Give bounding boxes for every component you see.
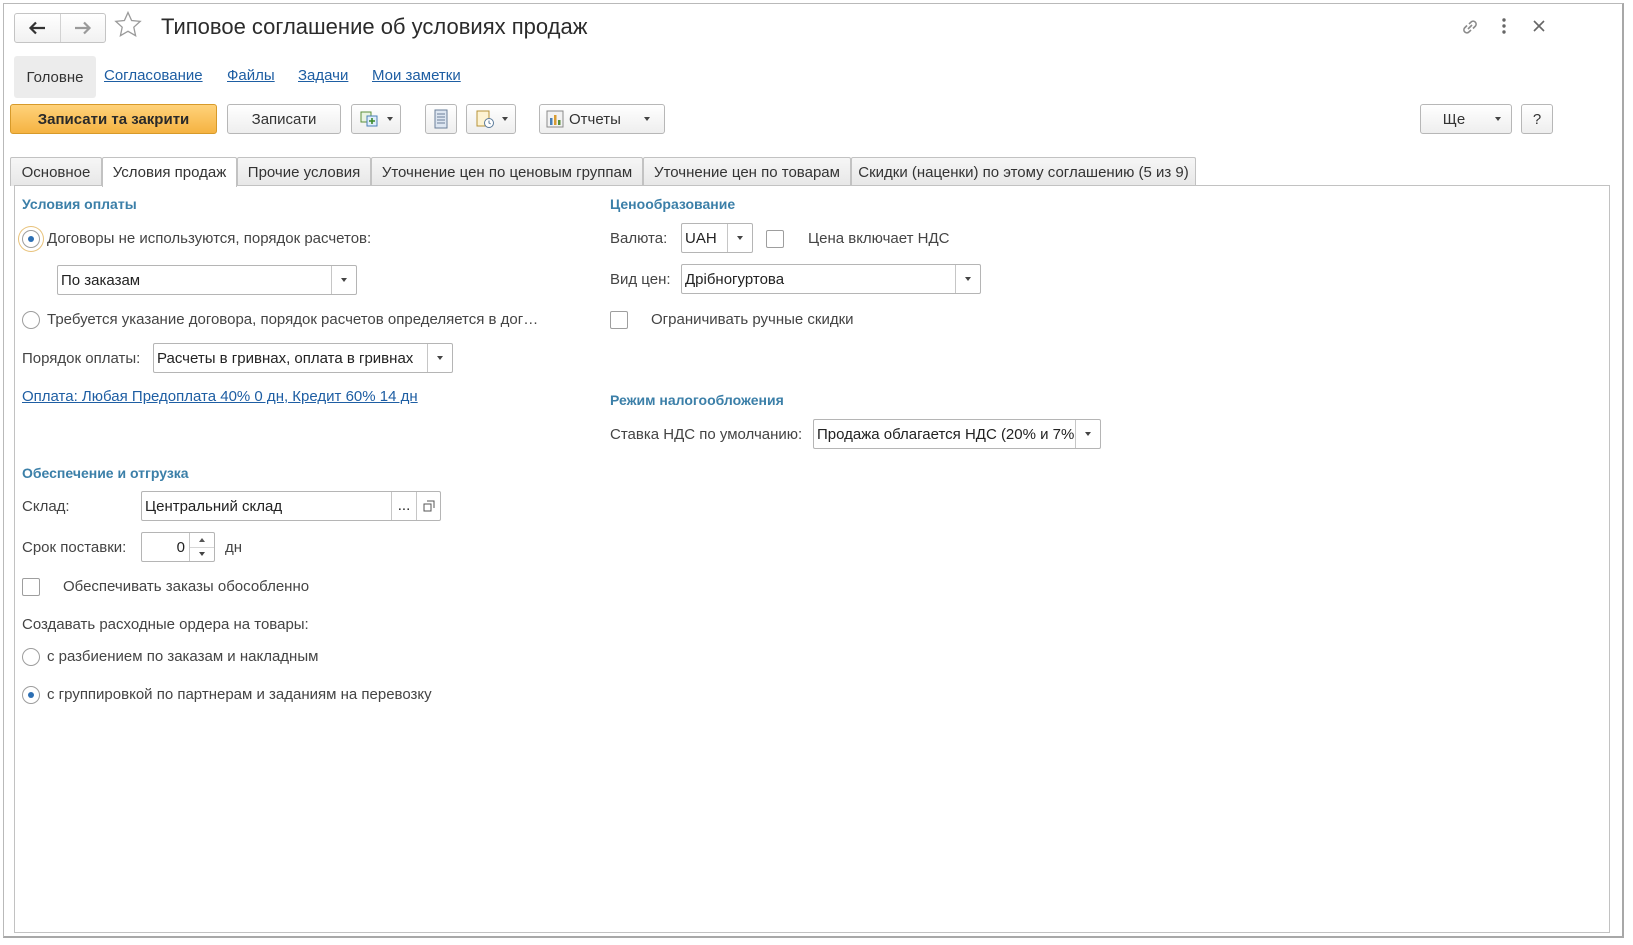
tax-group-title: Режим налогообложения xyxy=(610,392,784,408)
warehouse-field[interactable]: Центральний склад ... xyxy=(141,491,441,521)
more-vertical-icon[interactable] xyxy=(1500,16,1508,36)
payment-group-title: Условия оплаты xyxy=(22,196,137,212)
vat-included-checkbox[interactable] xyxy=(766,230,784,248)
settlement-value: По заказам xyxy=(61,271,141,289)
create-based-on-button[interactable] xyxy=(351,104,401,134)
separate-orders-checkbox[interactable] xyxy=(22,578,40,596)
vat-included-label: Цена включает НДС xyxy=(808,230,950,247)
currency-dropdown[interactable] xyxy=(727,224,752,252)
settlement-select[interactable]: По заказам xyxy=(57,265,357,295)
currency-value: UAH xyxy=(685,229,717,247)
lead-time-value: 0 xyxy=(176,538,185,556)
payment-order-select[interactable]: Расчеты в гривнах, оплата в гривнах xyxy=(153,343,453,373)
separate-orders-label: Обеспечивать заказы обособленно xyxy=(63,578,310,595)
section-files[interactable]: Файлы xyxy=(227,67,275,84)
tab-sales-terms[interactable]: Условия продаж xyxy=(102,157,237,187)
currency-label: Валюта: xyxy=(610,230,668,247)
tab-discounts[interactable]: Скидки (наценки) по этому соглашению (5 … xyxy=(851,157,1196,186)
radio-no-contracts-label: Договоры не используются, порядок расчет… xyxy=(47,230,372,247)
price-type-select[interactable]: Дрібногуртова xyxy=(681,264,981,294)
section-tasks[interactable]: Задачи xyxy=(298,67,348,84)
chevron-down-icon xyxy=(501,117,508,121)
payment-order-label: Порядок оплаты: xyxy=(22,350,141,367)
back-button[interactable] xyxy=(15,14,60,42)
radio-split-by-orders[interactable] xyxy=(22,648,40,666)
chevron-down-icon xyxy=(437,356,443,360)
tab-price-products[interactable]: Уточнение цен по товарам xyxy=(643,157,851,186)
stepper-up-icon[interactable] xyxy=(190,533,214,548)
chevron-down-icon xyxy=(1085,432,1091,436)
vat-rate-dropdown[interactable] xyxy=(1075,420,1100,448)
price-type-value: Дрібногуртова xyxy=(685,270,785,288)
print-button[interactable] xyxy=(466,104,516,134)
tab-main[interactable]: Основное xyxy=(10,157,102,186)
lead-time-unit: дн xyxy=(225,539,243,556)
lead-time-label: Срок поставки: xyxy=(22,539,127,556)
chevron-down-icon xyxy=(643,117,650,121)
stepper-down-icon[interactable] xyxy=(190,548,214,562)
payment-terms-link[interactable]: Оплата: Любая Предоплата 40% 0 дн, Креди… xyxy=(22,388,418,405)
vat-rate-value: Продажа облагается НДС (20% и 7% xyxy=(817,425,1075,443)
radio-split-by-orders-label: с разбиением по заказам и накладным xyxy=(47,648,319,665)
pricing-group-title: Ценообразование xyxy=(610,196,736,212)
document-list-button[interactable] xyxy=(425,104,457,134)
chevron-down-icon xyxy=(1495,117,1502,121)
tab-price-groups[interactable]: Уточнение цен по ценовым группам xyxy=(371,157,643,186)
payment-order-dropdown[interactable] xyxy=(427,344,452,372)
close-icon[interactable] xyxy=(1532,19,1546,33)
forward-button[interactable] xyxy=(59,14,106,42)
warehouse-select-button[interactable]: ... xyxy=(391,492,416,520)
reports-button[interactable]: Отчеты xyxy=(539,104,665,134)
reports-chart-icon xyxy=(546,110,564,128)
settlement-dropdown[interactable] xyxy=(331,266,356,294)
limit-discounts-checkbox[interactable] xyxy=(610,311,628,329)
more-label: Ще xyxy=(1442,110,1466,128)
section-my-notes[interactable]: Мои заметки xyxy=(372,67,461,84)
chevron-down-icon xyxy=(386,117,393,121)
payment-order-value: Расчеты в гривнах, оплата в гривнах xyxy=(157,349,414,367)
radio-group-by-partners[interactable] xyxy=(22,686,40,704)
warehouse-open-button[interactable] xyxy=(416,492,440,520)
help-button[interactable]: ? xyxy=(1521,104,1553,134)
price-type-label: Вид цен: xyxy=(610,271,671,288)
arrow-left-icon xyxy=(29,21,46,35)
chevron-down-icon xyxy=(965,277,971,281)
warehouse-value: Центральний склад xyxy=(145,497,283,515)
save-button[interactable]: Записати xyxy=(227,104,341,134)
lead-time-input[interactable]: 0 xyxy=(141,532,215,562)
radio-contract-required-label: Требуется указание договора, порядок рас… xyxy=(47,311,539,328)
tab-other-terms[interactable]: Прочие условия xyxy=(237,157,371,186)
arrow-right-icon xyxy=(74,21,91,35)
currency-select[interactable]: UAH xyxy=(681,223,753,253)
expense-orders-label: Создавать расходные ордера на товары: xyxy=(22,616,309,633)
print-document-icon xyxy=(476,110,494,128)
radio-no-contracts[interactable] xyxy=(22,230,40,248)
vat-rate-select[interactable]: Продажа облагается НДС (20% и 7% xyxy=(813,419,1101,449)
lead-time-stepper[interactable] xyxy=(189,533,214,561)
favorite-star-icon[interactable] xyxy=(113,10,143,40)
form-window: Типовое соглашение об условиях продаж Го… xyxy=(3,3,1624,938)
navigation-buttons xyxy=(14,13,106,43)
reports-label: Отчеты xyxy=(569,110,621,128)
chevron-down-icon xyxy=(341,278,347,282)
create-based-on-icon xyxy=(360,111,377,127)
warehouse-label: Склад: xyxy=(22,498,70,515)
save-and-close-button[interactable]: Записати та закрити xyxy=(10,104,217,134)
radio-group-by-partners-label: с группировкой по партнерам и заданиям н… xyxy=(47,686,432,703)
radio-contract-required[interactable] xyxy=(22,311,40,329)
price-type-dropdown[interactable] xyxy=(955,265,980,293)
document-list-icon xyxy=(434,109,448,129)
limit-discounts-label: Ограничивать ручные скидки xyxy=(651,311,854,328)
section-approval[interactable]: Согласование xyxy=(104,67,203,84)
open-window-icon xyxy=(423,500,434,512)
link-icon[interactable] xyxy=(1459,16,1481,38)
vat-rate-label: Ставка НДС по умолчанию: xyxy=(610,426,803,443)
tab-panel xyxy=(14,185,1610,933)
section-main[interactable]: Головне xyxy=(14,56,96,98)
chevron-down-icon xyxy=(737,236,743,240)
window-title: Типовое соглашение об условиях продаж xyxy=(161,14,588,39)
supply-group-title: Обеспечение и отгрузка xyxy=(22,465,189,481)
more-button[interactable]: Ще xyxy=(1420,104,1512,134)
